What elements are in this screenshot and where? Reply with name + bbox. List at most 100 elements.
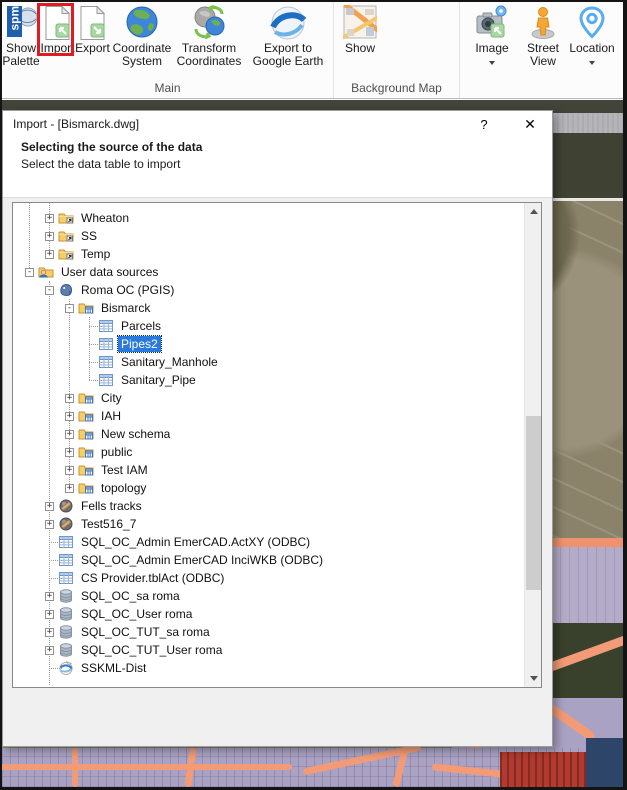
- dialog-help-button[interactable]: ?: [468, 111, 500, 137]
- google-earth-icon: [270, 6, 307, 40]
- transform-globes-icon: [194, 5, 225, 40]
- export-document-icon: [80, 5, 105, 40]
- coordinate-system-button[interactable]: Coordinate System: [110, 2, 174, 78]
- show-palette-button[interactable]: spm Show Palette: [2, 2, 40, 78]
- tree-item-wheaton[interactable]: + Wheaton: [13, 209, 524, 227]
- expand-toggle-icon[interactable]: +: [65, 447, 74, 457]
- tree-item-test516-7[interactable]: + Test516_7: [13, 515, 524, 533]
- map-road: [72, 748, 78, 787]
- tree-item-topology[interactable]: + topology: [13, 479, 524, 497]
- expand-toggle-icon[interactable]: +: [45, 519, 54, 529]
- tree-item-sql-oc-user-roma[interactable]: + SQL_OC_User roma: [13, 605, 524, 623]
- tree-item-temp[interactable]: + Temp: [13, 245, 524, 263]
- tree-item-bismarck[interactable]: - Bismarck: [13, 299, 524, 317]
- expand-toggle-icon[interactable]: +: [45, 645, 54, 655]
- database-icon: [58, 624, 74, 640]
- tracks-icon: [58, 498, 74, 514]
- image-dropdown-caret-icon: [489, 61, 495, 65]
- expand-toggle-icon[interactable]: +: [45, 213, 54, 223]
- database-icon: [58, 588, 74, 604]
- expand-toggle-icon[interactable]: +: [65, 465, 74, 475]
- expand-toggle-icon[interactable]: +: [65, 411, 74, 421]
- schema-folder-icon: [78, 300, 94, 316]
- background-map-show-button[interactable]: Show: [340, 2, 380, 78]
- image-button[interactable]: Image: [468, 2, 516, 78]
- expand-toggle-icon[interactable]: +: [45, 501, 54, 511]
- export-button[interactable]: Export: [75, 2, 110, 78]
- table-icon: [58, 570, 74, 586]
- schema-folder-icon: [78, 390, 94, 406]
- tree-scrollbar[interactable]: [524, 203, 541, 687]
- postgres-icon: [58, 282, 74, 298]
- tree-item-new-schema[interactable]: + New schema: [13, 425, 524, 443]
- expand-toggle-icon[interactable]: +: [65, 429, 74, 439]
- map-water: [586, 738, 623, 787]
- tree-item-city[interactable]: + City: [13, 389, 524, 407]
- scrollbar-thumb[interactable]: [526, 416, 541, 590]
- pegman-icon: [531, 7, 555, 39]
- tree-item-fells-tracks[interactable]: + Fells tracks: [13, 497, 524, 515]
- scroll-down-arrow-icon[interactable]: [525, 670, 541, 687]
- export-google-earth-button[interactable]: Export to Google Earth: [244, 2, 332, 78]
- tree-item-sql-oc-admin-inciwkb[interactable]: SQL_OC_Admin EmerCAD InciWKB (ODBC): [13, 551, 524, 569]
- schema-folder-icon: [78, 480, 94, 496]
- table-icon: [98, 372, 114, 388]
- google-earth-file-icon: [58, 660, 74, 676]
- database-icon: [58, 642, 74, 658]
- tree-item-user-data-sources[interactable]: - User data sources: [13, 263, 524, 281]
- import-dialog: Import - [Bismarck.dwg] ? ✕ Selecting th…: [2, 110, 553, 747]
- tree-item-sql-oc-tut-user-roma[interactable]: + SQL_OC_TUT_User roma: [13, 641, 524, 659]
- folder-shortcut-icon: [58, 228, 74, 244]
- dialog-heading: Selecting the source of the data: [21, 140, 203, 154]
- expand-toggle-icon[interactable]: +: [45, 609, 54, 619]
- tree-item-iah[interactable]: + IAH: [13, 407, 524, 425]
- folder-shortcut-icon: [58, 210, 74, 226]
- tree-content: + Wheaton + SS + Temp - User data source…: [13, 203, 524, 687]
- tree-item-sql-oc-admin-actxy[interactable]: SQL_OC_Admin EmerCAD.ActXY (ODBC): [13, 533, 524, 551]
- expand-toggle-icon[interactable]: +: [45, 627, 54, 637]
- map-road: [2, 764, 292, 770]
- data-source-tree: + Wheaton + SS + Temp - User data source…: [12, 202, 542, 688]
- tree-item-ss[interactable]: + SS: [13, 227, 524, 245]
- database-icon: [58, 606, 74, 622]
- tree-item-sskml-dist[interactable]: SSKML-Dist: [13, 659, 524, 677]
- collapse-toggle-icon[interactable]: -: [65, 303, 74, 313]
- tree-item-cs-provider-tblact[interactable]: CS Provider.tblAct (ODBC): [13, 569, 524, 587]
- tree-item-sql-oc-tut-sa-roma[interactable]: + SQL_OC_TUT_sa roma: [13, 623, 524, 641]
- tree-item-sanitary-pipe[interactable]: Sanitary_Pipe: [13, 371, 524, 389]
- tree-item-sanitary-manhole[interactable]: Sanitary_Manhole: [13, 353, 524, 371]
- import-button[interactable]: Import: [40, 2, 75, 78]
- dialog-header: Selecting the source of the data Select …: [3, 137, 552, 174]
- map-tile-icon: [343, 5, 377, 40]
- street-view-button[interactable]: Street View: [520, 2, 566, 78]
- folder-shortcut-icon: [58, 246, 74, 262]
- user-folder-icon: [38, 264, 54, 280]
- table-icon: [98, 354, 114, 370]
- dialog-body: + Wheaton + SS + Temp - User data source…: [3, 197, 552, 746]
- collapse-toggle-icon[interactable]: -: [25, 267, 34, 277]
- dialog-close-button[interactable]: ✕: [514, 111, 546, 137]
- location-button[interactable]: Location: [566, 2, 618, 78]
- ribbon-toolbar: spm Show Palette Import Export Coordinat…: [2, 2, 623, 99]
- expand-toggle-icon[interactable]: +: [45, 231, 54, 241]
- expand-toggle-icon[interactable]: +: [65, 483, 74, 493]
- transform-coordinates-button[interactable]: Transform Coordinates: [174, 2, 244, 78]
- tree-item-sql-oc-sa-roma[interactable]: + SQL_OC_sa roma: [13, 587, 524, 605]
- tree-item-parcels[interactable]: Parcels: [13, 317, 524, 335]
- table-icon: [98, 336, 114, 352]
- scroll-up-arrow-icon[interactable]: [525, 203, 541, 220]
- ribbon-group-streetview: Image Street View Location: [460, 2, 623, 98]
- expand-toggle-icon[interactable]: +: [45, 249, 54, 259]
- expand-toggle-icon[interactable]: +: [65, 393, 74, 403]
- tree-item-test-iam[interactable]: + Test IAM: [13, 461, 524, 479]
- tree-item-roma-oc-pgis[interactable]: - Roma OC (PGIS): [13, 281, 524, 299]
- ribbon-group-background-map: Show Hide: [334, 2, 460, 98]
- import-document-icon: [45, 5, 70, 40]
- expand-toggle-icon[interactable]: +: [45, 591, 54, 601]
- tree-item-public[interactable]: + public: [13, 443, 524, 461]
- collapse-toggle-icon[interactable]: -: [45, 285, 54, 295]
- table-icon: [98, 318, 114, 334]
- globe-icon: [126, 6, 158, 38]
- ribbon-group-main: spm Show Palette Import Export Coordinat…: [2, 2, 334, 98]
- tree-item-pipes2-selected[interactable]: Pipes2: [13, 335, 524, 353]
